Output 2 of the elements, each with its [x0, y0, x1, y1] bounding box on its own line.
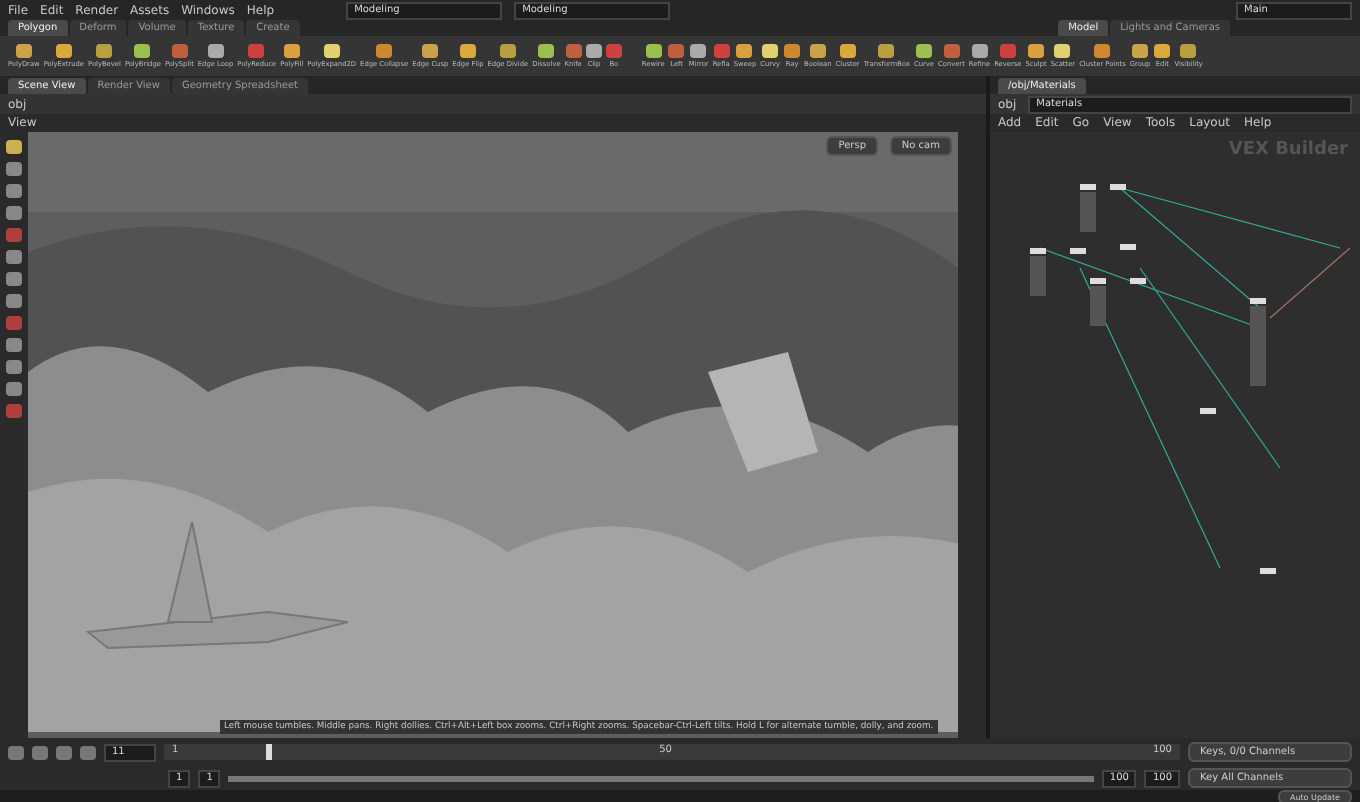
range-slider[interactable] — [228, 775, 1094, 781]
playhead[interactable] — [265, 744, 272, 760]
